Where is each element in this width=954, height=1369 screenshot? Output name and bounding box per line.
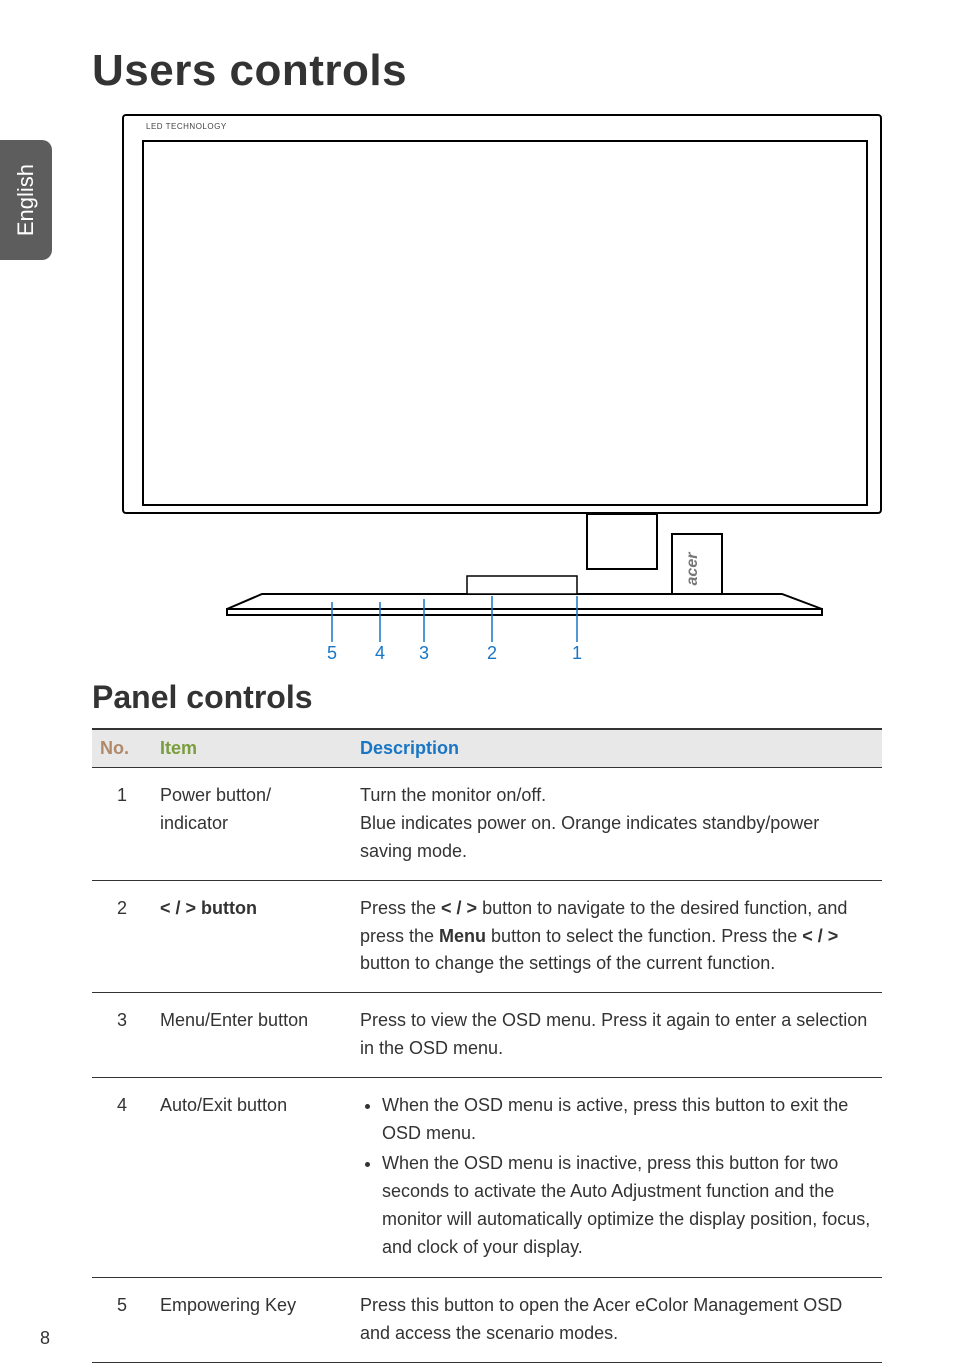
monitor-diagram: LED TECHNOLOGY acer bbox=[122, 114, 882, 659]
page-number: 8 bbox=[40, 1328, 50, 1349]
table-row: 4 Auto/Exit button When the OSD menu is … bbox=[92, 1078, 882, 1278]
desc-line: Turn the monitor on/off. bbox=[360, 785, 546, 805]
desc-text: button to select the function. Press the bbox=[486, 926, 802, 946]
cell-no: 3 bbox=[92, 993, 152, 1078]
desc-bold: Menu bbox=[439, 926, 486, 946]
cell-item: Menu/Enter button bbox=[152, 993, 352, 1078]
language-tab-label: English bbox=[13, 164, 39, 236]
cell-desc: Press to view the OSD menu. Press it aga… bbox=[352, 993, 882, 1078]
callout-4: 4 bbox=[375, 643, 385, 663]
monitor-screen bbox=[142, 140, 868, 506]
desc-bold: < / > bbox=[802, 926, 838, 946]
desc-list: When the OSD menu is active, press this … bbox=[360, 1092, 874, 1261]
table-header-row: No. Item Description bbox=[92, 729, 882, 768]
desc-text: Press the bbox=[360, 898, 441, 918]
desc-text: button to change the settings of the cur… bbox=[360, 953, 775, 973]
callout-3: 3 bbox=[419, 643, 429, 663]
header-description: Description bbox=[352, 729, 882, 768]
page-content: Users controls LED TECHNOLOGY acer bbox=[0, 0, 954, 1363]
cell-no: 2 bbox=[92, 880, 152, 993]
table-row: 2 < / > button Press the < / > button to… bbox=[92, 880, 882, 993]
page-title: Users controls bbox=[92, 46, 882, 96]
header-item: Item bbox=[152, 729, 352, 768]
table-row: 3 Menu/Enter button Press to view the OS… bbox=[92, 993, 882, 1078]
acer-logo: acer bbox=[684, 552, 701, 586]
panel-controls-table: No. Item Description 1 Power button/ ind… bbox=[92, 728, 882, 1363]
cell-desc: Turn the monitor on/off. Blue indicates … bbox=[352, 768, 882, 881]
monitor-base-diagram: acer 5 4 3 2 1 bbox=[122, 514, 882, 659]
cell-item: Power button/ indicator bbox=[152, 768, 352, 881]
cell-item: < / > button bbox=[152, 880, 352, 993]
language-tab: English bbox=[0, 140, 52, 260]
callout-5: 5 bbox=[327, 643, 337, 663]
cell-desc: Press the < / > button to navigate to th… bbox=[352, 880, 882, 993]
cell-no: 1 bbox=[92, 768, 152, 881]
section-title: Panel controls bbox=[92, 679, 882, 716]
table-row: 1 Power button/ indicator Turn the monit… bbox=[92, 768, 882, 881]
cell-desc: When the OSD menu is active, press this … bbox=[352, 1078, 882, 1278]
desc-line: Blue indicates power on. Orange indicate… bbox=[360, 813, 819, 861]
cell-item: Auto/Exit button bbox=[152, 1078, 352, 1278]
cell-desc: Press this button to open the Acer eColo… bbox=[352, 1278, 882, 1363]
table-row: 5 Empowering Key Press this button to op… bbox=[92, 1278, 882, 1363]
list-item: When the OSD menu is inactive, press thi… bbox=[382, 1150, 874, 1262]
callout-1: 1 bbox=[572, 643, 582, 663]
led-technology-label: LED TECHNOLOGY bbox=[146, 122, 227, 131]
monitor-bezel: LED TECHNOLOGY bbox=[122, 114, 882, 514]
callout-2: 2 bbox=[487, 643, 497, 663]
list-item: When the OSD menu is active, press this … bbox=[382, 1092, 874, 1148]
header-no: No. bbox=[92, 729, 152, 768]
monitor-base-svg: acer 5 4 3 2 1 bbox=[122, 514, 882, 664]
cell-item: Empowering Key bbox=[152, 1278, 352, 1363]
desc-bold: < / > bbox=[441, 898, 477, 918]
item-label: < / > button bbox=[160, 898, 257, 918]
cell-no: 5 bbox=[92, 1278, 152, 1363]
cell-no: 4 bbox=[92, 1078, 152, 1278]
